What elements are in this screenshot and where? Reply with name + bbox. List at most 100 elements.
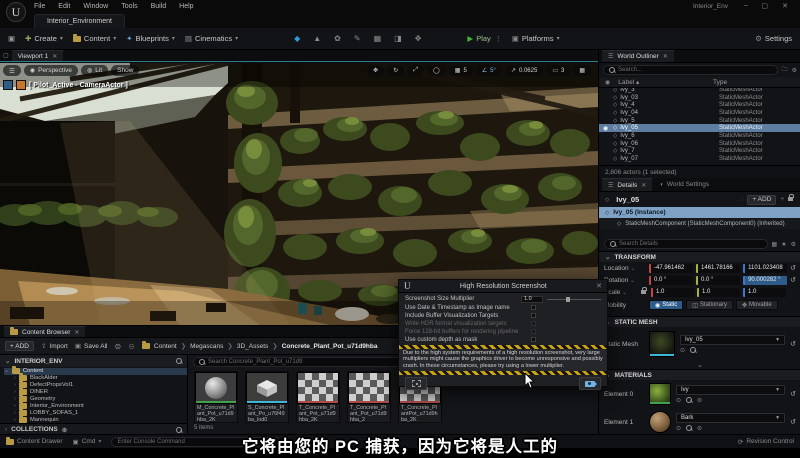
material-options-icon[interactable]: ⊜ [697,425,702,432]
play-options-icon[interactable]: ⋮ [495,35,502,43]
use-selected-icon[interactable]: ⊙ [676,397,681,404]
world-space-icon[interactable]: ◯ [427,65,446,76]
select-mode-icon[interactable]: ◆ [294,34,300,43]
menu-edit[interactable]: Edit [58,3,70,10]
custom-depth-checkbox[interactable] [531,337,536,342]
tree-item[interactable]: ›LOBBY_SOFAS_1 [4,409,187,416]
mobility-movable-button[interactable]: ✥Movable [736,300,778,310]
add-button[interactable]: + ADD [5,341,34,351]
outliner-row[interactable]: ◇Ivy_06StaticMeshActor [599,140,800,148]
save-all-button[interactable]: ▣Save All [75,342,108,350]
timestamp-checkbox[interactable] [531,305,536,310]
outliner-tab[interactable]: ☰ World Outliner ✕ [602,50,674,62]
specify-region-button[interactable] [405,377,427,390]
browse-icon[interactable] [686,425,692,431]
save-icon[interactable]: ▣ [8,34,15,43]
menu-build[interactable]: Build [151,3,167,10]
favorites-icon[interactable]: ★ [781,241,786,248]
menu-file[interactable]: File [34,3,45,10]
grid-snap-button[interactable]: ▦5 [449,65,473,76]
blueprints-button[interactable]: ✦Blueprints▾ [126,34,175,43]
search-icon[interactable] [176,358,182,364]
pilot-camera-icon[interactable] [16,80,26,90]
static-mesh-section-header[interactable]: ⌄STATIC MESH [599,316,800,327]
tree-item[interactable]: ›Geometry [4,396,187,403]
location-y-field[interactable]: 1461.78166 [696,264,740,273]
platforms-button[interactable]: ▣Platforms▾ [512,34,560,43]
viewport-options-button[interactable]: ☰ [3,65,21,76]
rotation-y-field[interactable]: 0.0 ° [696,276,740,285]
outliner-row[interactable]: ◇Ivy_5StaticMeshActor [599,117,800,125]
use-selected-icon[interactable]: ⊙ [676,425,681,432]
back-button[interactable]: ⊜ [115,342,122,351]
minimize-button[interactable]: – [744,2,748,9]
asset-tile-staticmesh[interactable]: S_Concrete_Plant_Po_u76f49ba_lod0 [245,371,289,423]
expander-row[interactable]: ⌄ [599,361,800,369]
capture-button[interactable] [579,377,601,390]
transform-section-header[interactable]: ⌄TRANSFORM [599,251,800,262]
perspective-button[interactable]: ◉Perspective [24,65,78,76]
details-search-input[interactable]: Search Details [604,239,768,249]
cinematics-button[interactable]: ▤Cinematics▾ [185,34,238,43]
rotate-tool-icon[interactable]: ↻ [387,65,404,76]
scale-lock-icon[interactable] [641,290,646,294]
outliner-row[interactable]: ◇Ivy_07StaticMeshActor [599,155,800,163]
component-row[interactable]: ◇ StaticMeshComponent (StaticMeshCompone… [599,218,800,229]
content-button[interactable]: Content▾ [73,34,116,43]
animation-mode-icon[interactable]: ✥ [415,34,422,43]
close-icon[interactable]: ✕ [596,282,602,290]
static-mesh-thumbnail[interactable] [649,331,675,357]
scale-y-field[interactable]: 1.0 [697,288,740,297]
outliner-row[interactable]: ◇Ivy_4StaticMeshActor [599,101,800,109]
asset-tile-material[interactable]: M_Concrete_Plant_Pot_u71d9hba_2K [194,371,238,423]
menu-help[interactable]: Help [179,3,193,10]
rotation-label[interactable]: Rotation ⌄ [604,277,646,284]
outliner-settings-icon[interactable]: ⚙ [792,67,797,74]
label-column-header[interactable]: Label ▴ [618,78,639,86]
grid-view-icon[interactable]: ▦ [772,241,778,248]
mobility-static-button[interactable]: ◉Static [649,300,683,310]
scale-z-field[interactable]: 1.0 [743,288,786,297]
paint-mode-icon[interactable]: ✎ [354,34,361,43]
reset-static-mesh-icon[interactable]: ↺ [790,341,796,348]
materials-section-header[interactable]: ⌄MATERIALS [599,369,800,380]
scale-label[interactable]: Scale ⌄ [604,289,638,296]
reset-location-icon[interactable]: ↺ [790,265,796,272]
close-icon[interactable]: ✕ [52,53,57,60]
rotation-z-field[interactable]: 90.000282 ° [743,276,787,285]
outliner-row-selected[interactable]: ◉◇Ivy_05StaticMeshActor [599,124,800,132]
material-thumbnail-bark[interactable] [649,411,671,433]
lit-button[interactable]: ◍Lit [81,65,108,76]
menu-tools[interactable]: Tools [121,3,137,10]
outliner-search-input[interactable]: Search... [603,65,778,75]
material-options-icon[interactable]: ⊜ [697,397,702,404]
location-x-field[interactable]: -47.961462 [649,264,693,273]
material-dropdown[interactable]: Bark▼ [676,413,785,423]
use-selected-icon[interactable]: ⊙ [680,347,685,354]
outliner-row[interactable]: ◇Ivy_04StaticMeshActor [599,109,800,117]
details-tab[interactable]: ☰ Details ✕ [602,178,652,191]
tree-item[interactable]: ›DINER [4,389,187,396]
dialog-title-bar[interactable]: U High Resolution Screenshot ✕ [399,280,607,293]
breadcrumb-current[interactable]: Concrete_Plant_Pot_u71d9hba [282,343,378,350]
close-icon[interactable]: ✕ [641,182,646,189]
settings-button[interactable]: ⚙Settings [755,34,792,43]
tree-item[interactable]: ›DefectPropsVol1 [4,382,187,389]
instance-row[interactable]: ◇ Ivy_05 (Instance) [599,207,800,218]
viewport-tab[interactable]: Viewport 1 ✕ [12,50,64,61]
browse-icon[interactable] [686,397,692,403]
reset-material-icon[interactable]: ↺ [790,391,796,398]
close-icon[interactable]: ✕ [74,329,79,336]
scale-x-field[interactable]: 1.0 [651,288,694,297]
asset-tile-texture[interactable]: T_Concrete_Plant_Pot_u71d9hba_2 [347,371,391,423]
slider-handle[interactable] [566,297,570,302]
fracture-mode-icon[interactable]: ◨ [394,34,402,43]
buffer-targets-checkbox[interactable] [531,313,536,318]
tree-item-content[interactable]: ⌄Content [4,368,187,375]
forward-button[interactable]: ⊝ [128,342,135,351]
mobility-stationary-button[interactable]: ◫Stationary [686,300,733,310]
maximize-button[interactable]: ▢ [761,2,768,10]
material-dropdown[interactable]: Ivy▼ [676,385,785,395]
tree-item[interactable]: ›Interior_Environment [4,402,187,409]
rotation-x-field[interactable]: 0.0 ° [649,276,693,285]
